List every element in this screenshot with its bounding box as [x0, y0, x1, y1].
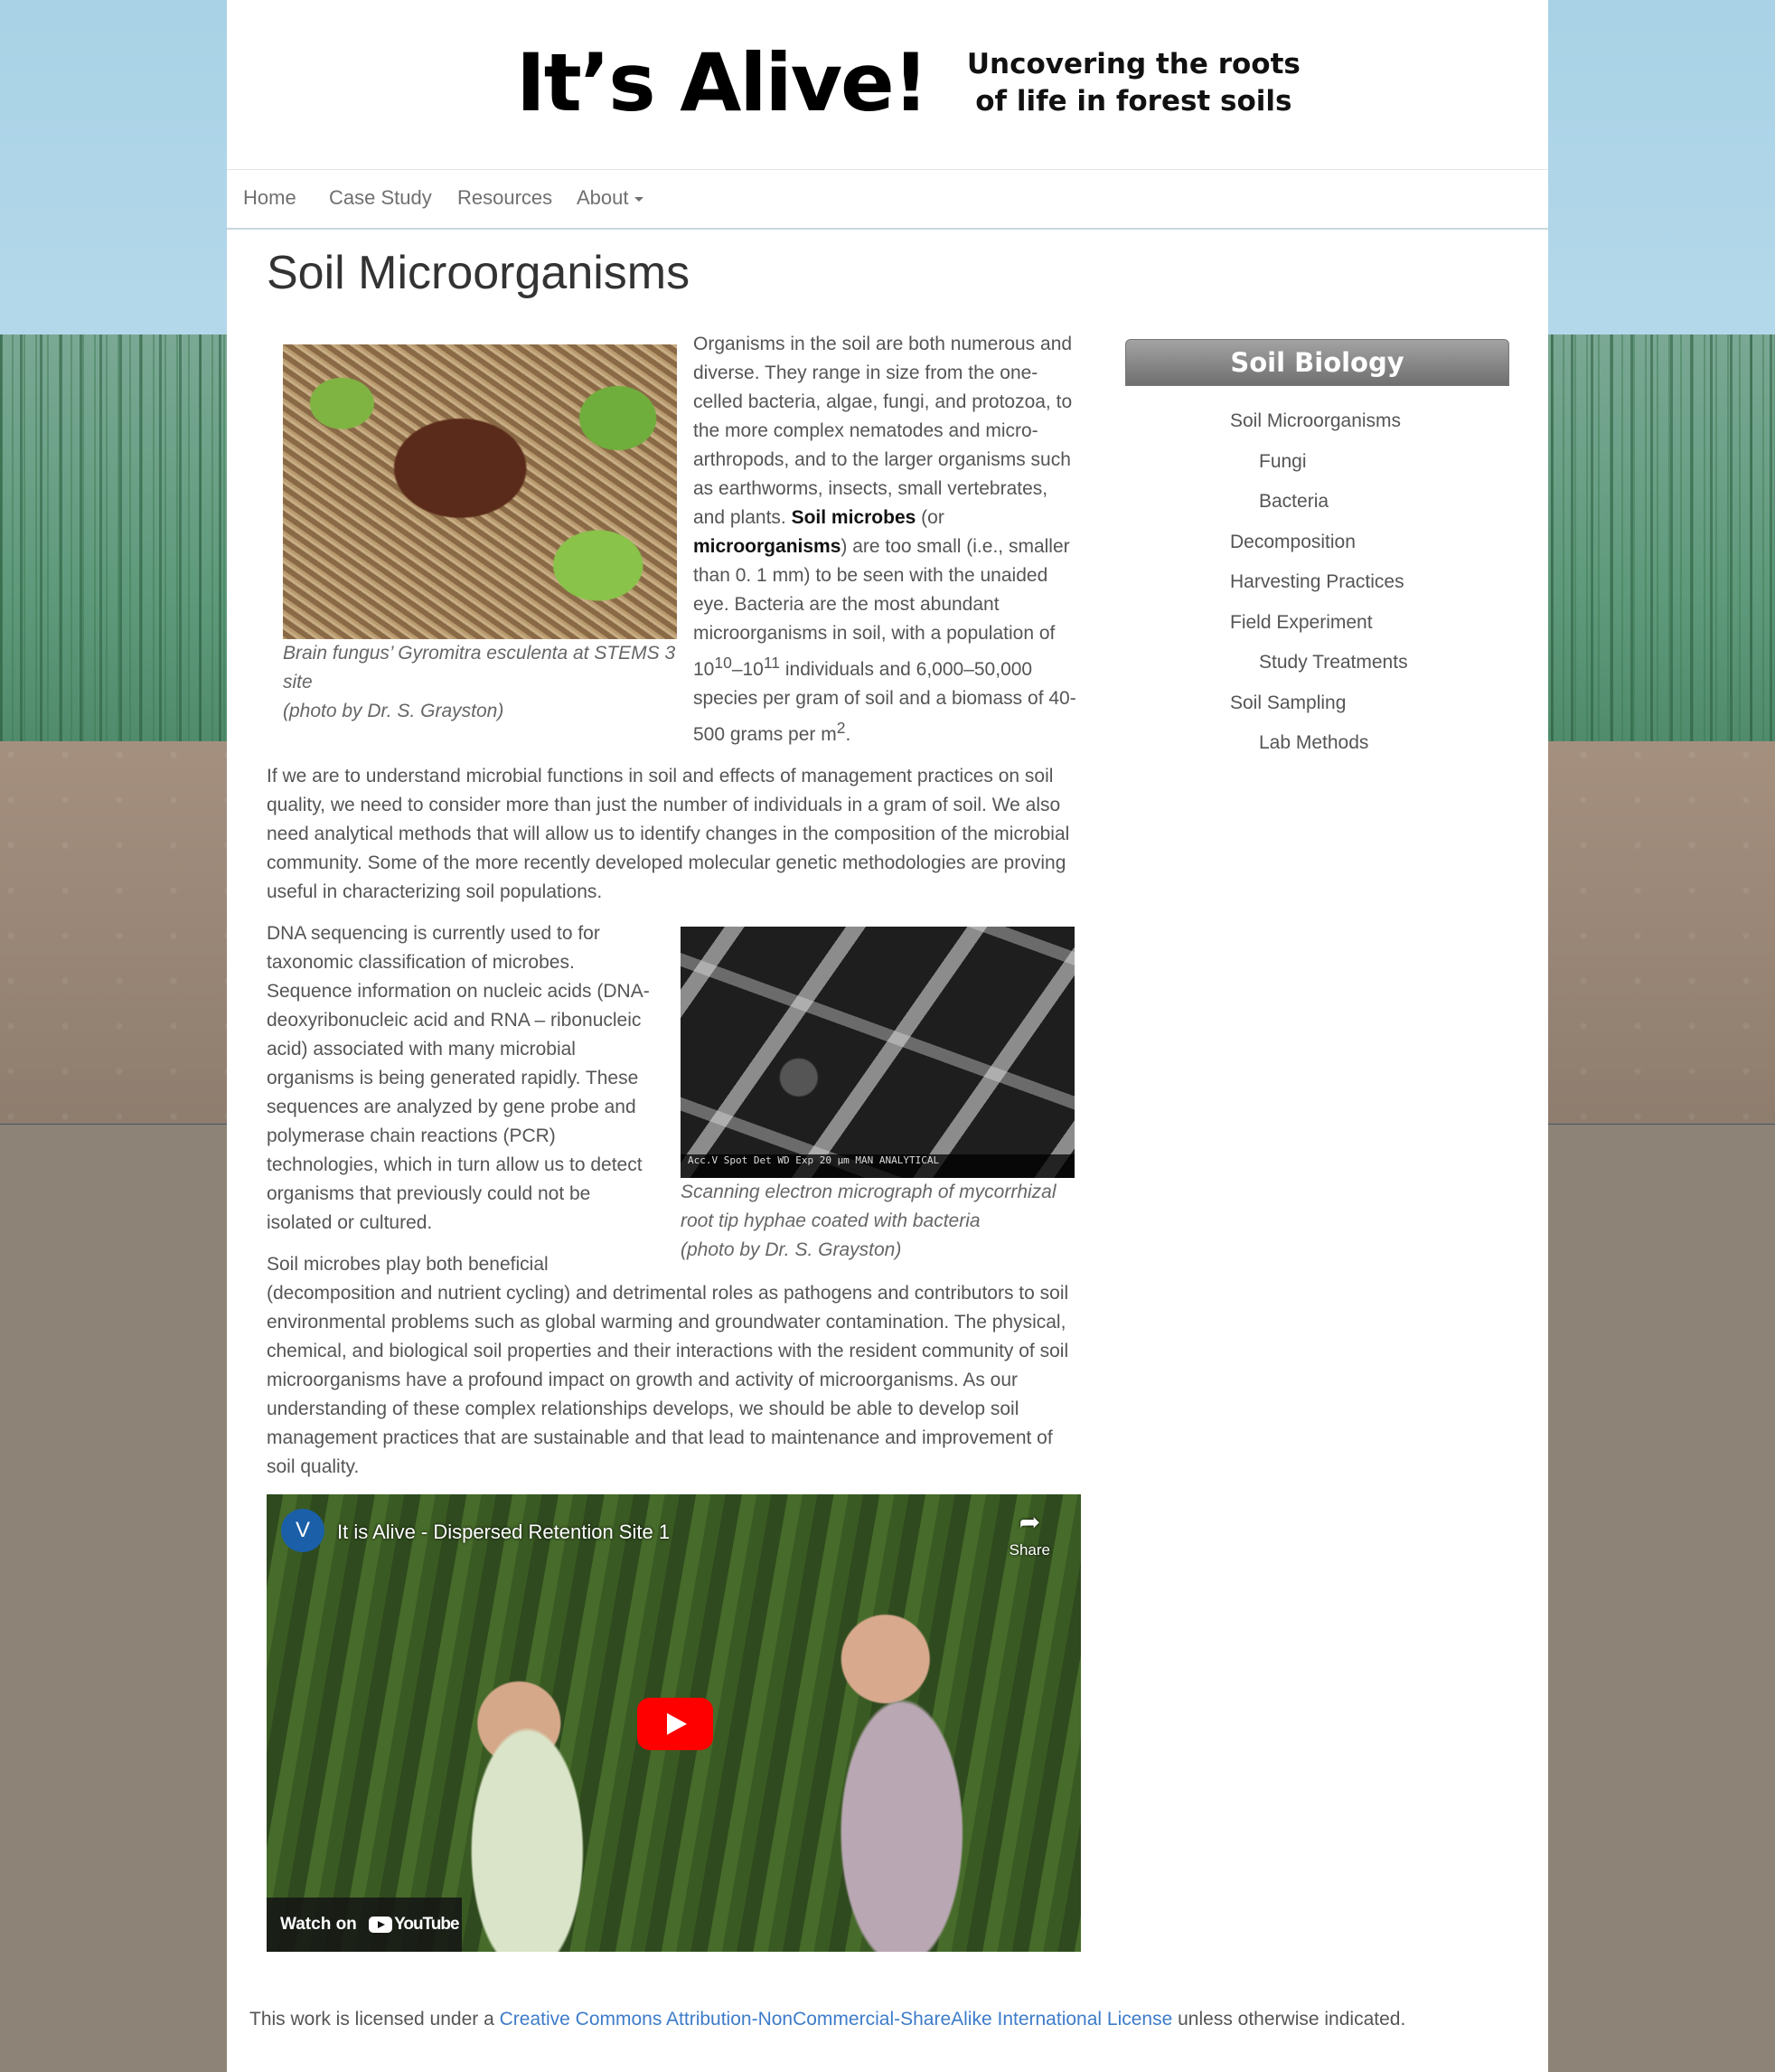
tagline-line-1: Uncovering the roots [966, 48, 1301, 80]
site-banner: It’s Alive! Uncovering the roots of life… [227, 0, 1548, 169]
youtube-logo-icon: YouTube [369, 1898, 460, 1952]
sidebar-item-bacteria[interactable]: Bacteria [1125, 488, 1509, 529]
figure-caption: Brain fungus’ Gyromitra esculenta at STE… [283, 639, 677, 726]
caret-down-icon [634, 196, 643, 202]
caption-credit: (photo by Dr. S. Grayston) [283, 701, 504, 721]
tagline-line-2: of life in forest soils [975, 85, 1292, 118]
sidebar-item-harvesting-practices[interactable]: Harvesting Practices [1125, 569, 1509, 609]
youtube-wordmark: YouTube [394, 1915, 459, 1934]
figure-caption: Scanning electron micrograph of mycorrhi… [681, 1178, 1075, 1265]
license-link[interactable]: Creative Commons Attribution-NonCommerci… [500, 2009, 1173, 2030]
sidebar-item-decomposition[interactable]: Decomposition [1125, 529, 1509, 570]
share-button[interactable]: ➦ Share [1010, 1509, 1050, 1565]
youtube-embed[interactable]: V It is Alive - Dispersed Retention Site… [267, 1494, 1081, 1952]
text-span: Organisms in the soil are both numerous … [693, 334, 1073, 528]
share-icon: ➦ [1019, 1508, 1041, 1536]
brain-fungus-photo [283, 344, 677, 639]
channel-avatar[interactable]: V [281, 1509, 324, 1552]
watch-on-label: Watch on [280, 1915, 357, 1935]
paragraph-methods: If we are to understand microbial functi… [267, 766, 1070, 902]
site-tagline: Uncovering the roots of life in forest s… [967, 46, 1301, 120]
caption-line: Brain fungus’ Gyromitra esculenta at STE… [283, 643, 676, 692]
bold-term: Soil microbes [791, 507, 916, 528]
article-body: Brain fungus’ Gyromitra esculenta at STE… [267, 330, 1081, 1952]
sidebar-heading: Soil Biology [1125, 339, 1509, 386]
superscript: 10 [714, 654, 732, 672]
sem-micrograph-photo: Acc.V Spot Det WD Exp 20 μm MAN ANALYTIC… [681, 927, 1075, 1178]
caption-line: Scanning electron micrograph of mycorrhi… [681, 1182, 1057, 1231]
license-suffix: unless otherwise indicated. [1172, 2009, 1406, 2030]
license-footer: This work is licensed under a Creative C… [249, 2009, 1405, 2030]
video-title[interactable]: It is Alive - Dispersed Retention Site 1 [337, 1518, 670, 1547]
license-prefix: This work is licensed under a [249, 2009, 500, 2030]
sidebar-item-soil-microorganisms[interactable]: Soil Microorganisms [1125, 408, 1509, 448]
superscript: 2 [836, 719, 846, 737]
site-logo[interactable]: It’s Alive! Uncovering the roots of life… [516, 40, 1301, 127]
sidebar-item-study-treatments[interactable]: Study Treatments [1125, 649, 1509, 690]
site-title: It’s Alive! [516, 36, 929, 129]
page-container: It’s Alive! Uncovering the roots of life… [227, 0, 1548, 2072]
sidebar-soil-biology: Soil Biology Soil Microorganisms Fungi B… [1125, 339, 1509, 770]
youtube-play-icon [369, 1917, 393, 1933]
sidebar-item-field-experiment[interactable]: Field Experiment [1125, 609, 1509, 650]
sidebar-item-fungi[interactable]: Fungi [1125, 448, 1509, 489]
sidebar-item-soil-sampling[interactable]: Soil Sampling [1125, 690, 1509, 730]
nav-case-study[interactable]: Case Study [329, 186, 432, 210]
bold-term: microorganisms [693, 536, 841, 557]
nav-about[interactable]: About [577, 186, 643, 210]
nav-home[interactable]: Home [243, 186, 296, 210]
caption-credit: (photo by Dr. S. Grayston) [681, 1239, 902, 1260]
share-label: Share [1009, 1541, 1050, 1559]
sidebar-menu: Soil Microorganisms Fungi Bacteria Decom… [1125, 408, 1509, 770]
paragraph-roles: Soil microbes play both beneficial (deco… [267, 1254, 1069, 1477]
figure-brain-fungus: Brain fungus’ Gyromitra esculenta at STE… [283, 344, 677, 726]
superscript: 11 [763, 654, 781, 672]
watch-on-youtube-button[interactable]: Watch on YouTube [267, 1898, 462, 1952]
nav-about-label: About [577, 186, 629, 209]
main-navbar: Home Case Study Resources About [227, 169, 1548, 230]
figure-sem-micrograph: Acc.V Spot Det WD Exp 20 μm MAN ANALYTIC… [681, 927, 1075, 1265]
text-span: –10 [731, 659, 764, 680]
nav-resources[interactable]: Resources [457, 186, 552, 210]
text-span: (or [921, 507, 944, 528]
sem-info-bar: Acc.V Spot Det WD Exp 20 μm MAN ANALYTIC… [681, 1154, 1075, 1178]
sidebar-item-lab-methods[interactable]: Lab Methods [1125, 730, 1509, 770]
page-title: Soil Microorganisms [267, 247, 690, 299]
text-span: . [845, 724, 851, 745]
play-button[interactable] [637, 1698, 713, 1750]
